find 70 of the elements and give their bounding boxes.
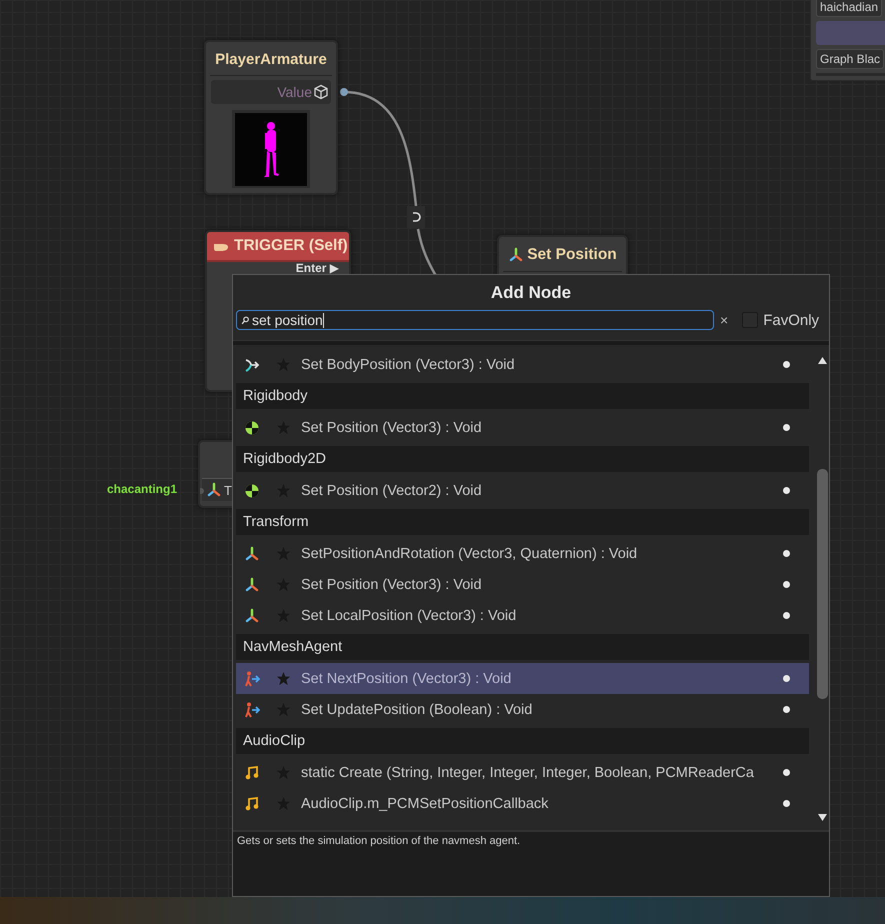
dot-icon [783,550,790,557]
dot-icon [783,675,790,682]
checkbox-label: FavOnly [763,312,820,328]
rigidbody-icon [244,420,260,436]
item-label: Set Position (Vector2) : Void [301,482,483,498]
cube-icon [313,84,329,100]
item-label: static Create (String, Integer, Integer, Integer, Boolean, PCMReaderCa [301,764,755,780]
axes-icon [244,576,260,592]
rigidbody-icon [244,482,260,498]
category-header[interactable]: Transform [236,509,810,535]
description-text: Gets or sets the simulation position of the navmesh agent. [236,834,522,849]
dot-icon [783,361,790,368]
item-label: Set BodyPosition (Vector3) : Void [301,356,516,372]
dot-icon [783,487,790,494]
node-list-item[interactable]: Set BodyPosition (Vector3) : Void [236,349,810,380]
node-list-item[interactable]: AudioClip.m_PCMSetPositionCallback [236,788,810,819]
node-list-item[interactable]: static Create (String, Integer, Integer, Integer, Boolean, PCMReaderCa [236,757,810,788]
dot-icon [783,706,790,713]
port-label: Enter ▶ [294,262,340,275]
dot-icon [783,581,790,588]
panel-field[interactable]: Graph Blac [816,49,884,69]
port-label: Value [277,84,312,100]
scroll-down-icon[interactable] [818,814,828,821]
search-field[interactable]: set position [236,310,714,330]
node-list-item[interactable]: SetPositionAndRotation (Vector3, Quaternion) : Void [236,538,810,569]
axes-icon [244,608,260,624]
music-note-icon [244,796,260,812]
item-label: Set NextPosition (Vector3) : Void [301,670,512,686]
node-list-item[interactable]: Set LocalPosition (Vector3) : Void [236,600,810,631]
dot-icon [783,769,790,776]
node-title: PlayerArmature [210,42,332,76]
node-title: TRIGGER (Self) [234,237,348,255]
scroll-up-icon[interactable] [818,357,828,364]
clear-button[interactable]: × [720,312,728,328]
axes-icon [206,482,222,498]
axes-icon [244,546,260,562]
walker-icon [244,670,260,686]
node-list-item[interactable]: Set NextPosition (Vector3) : Void [236,663,810,694]
dot-icon [783,800,790,807]
item-label: SetPositionAndRotation (Vector3, Quaternion) : Void [301,546,638,562]
graph-node[interactable]: PlayerArmature Value [204,40,338,195]
search-icon [241,316,250,324]
panel-field[interactable]: haichadian [816,0,882,17]
node-list-item[interactable]: Set Position (Vector2) : Void [236,475,810,506]
item-label: Set LocalPosition (Vector3) : Void [301,608,518,624]
item-label: Set UpdatePosition (Boolean) : Void [301,702,534,718]
relay-icon[interactable] [407,206,425,228]
category-header[interactable]: Rigidbody [236,383,810,409]
item-label: Set Position (Vector3) : Void [301,576,483,592]
music-note-icon [244,764,260,780]
star-icon[interactable] [276,671,291,686]
category-header[interactable]: Rigidbody2D [236,446,810,472]
node-list-item[interactable]: Set UpdatePosition (Boolean) : Void [236,694,810,725]
axes-icon [508,247,524,263]
item-label: AudioClip.m_PCMSetPositionCallback [301,796,550,812]
port-label: T [224,482,232,498]
dot-icon [783,424,790,431]
port-icon[interactable] [340,88,348,96]
item-label: Set Position (Vector3) : Void [301,420,483,436]
dot-icon [783,612,790,619]
category-header[interactable]: NavMeshAgent [236,634,810,660]
scrollbar-thumb[interactable] [817,469,828,699]
category-header[interactable]: AudioClip [236,728,810,754]
node-list-item[interactable]: Set Position (Vector3) : Void [236,569,810,600]
port-label: chacanting1 [107,482,178,496]
color-swatch[interactable] [816,21,885,45]
node-list-item[interactable]: Set Position (Vector3) : Void [236,412,810,443]
node-title: Set Position [527,246,617,264]
bone-icon [244,356,260,372]
walker-icon [244,702,260,718]
